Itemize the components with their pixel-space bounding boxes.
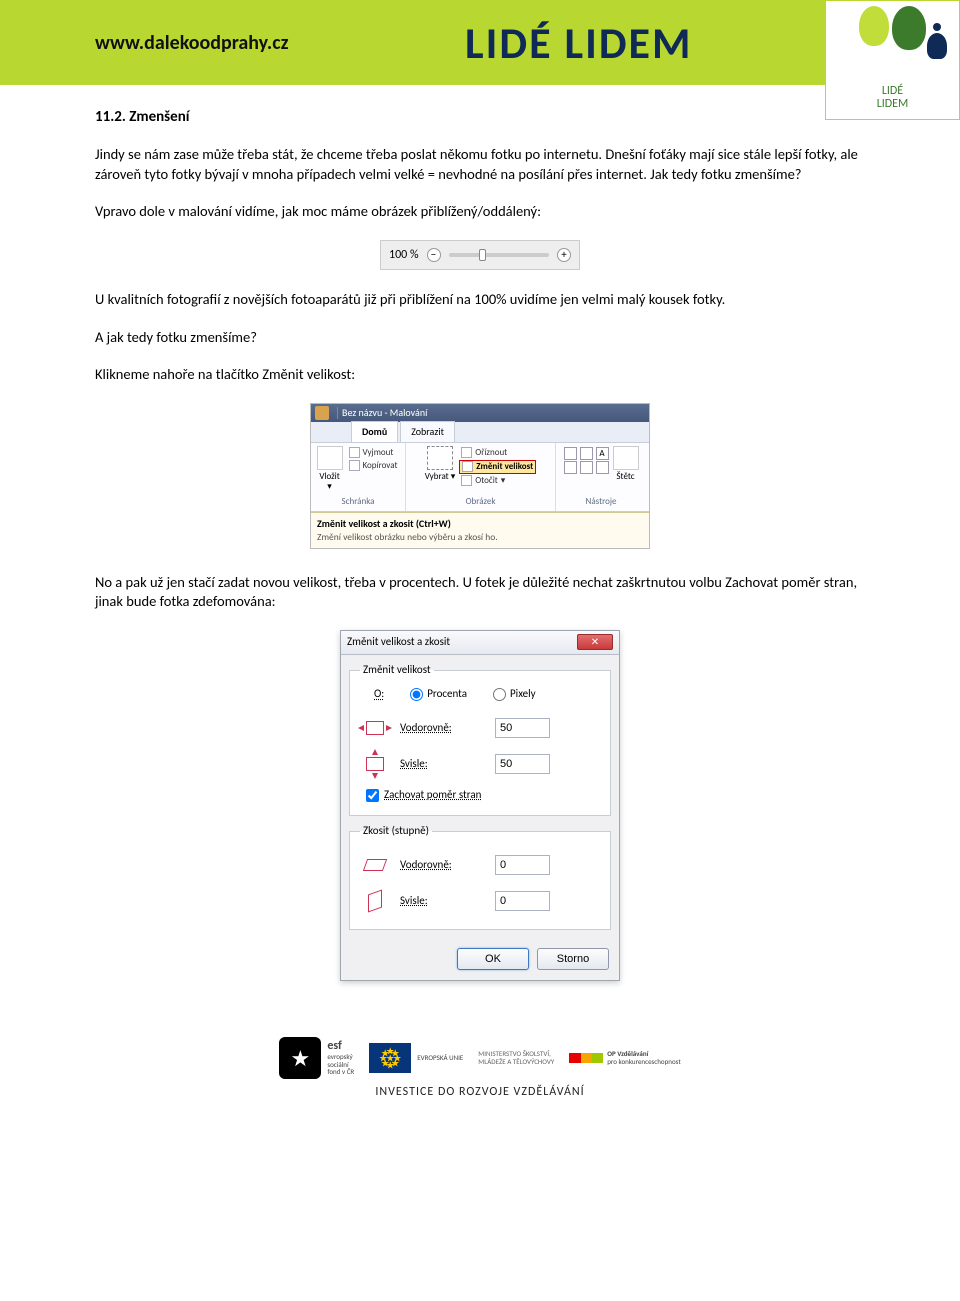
logo-panel: LIDÉ LIDEM bbox=[825, 0, 960, 120]
by-label: O: bbox=[374, 687, 384, 702]
zoom-status-bar: 100 % − + bbox=[380, 240, 580, 270]
horizontal-label: Vodorovně: bbox=[400, 721, 485, 736]
copy-icon bbox=[349, 460, 360, 471]
crop-button[interactable]: Oříznout bbox=[459, 447, 536, 459]
horizontal-resize-icon bbox=[366, 721, 384, 735]
skew-horizontal-input[interactable] bbox=[495, 855, 550, 875]
brush-icon bbox=[613, 446, 639, 470]
esf-logo: ★ esf evropský sociální fond v ČR bbox=[279, 1037, 354, 1079]
document-body: 11.2. Zmenšení Jindy se nám zase může tř… bbox=[0, 107, 960, 1025]
app-icon bbox=[315, 406, 329, 420]
header-banner: www.dalekoodprahy.cz LIDÉ LIDEM LIDÉ LID… bbox=[0, 0, 960, 85]
horizontal-input[interactable] bbox=[495, 718, 550, 738]
eu-flag-icon bbox=[369, 1043, 411, 1073]
skew-vertical-label: Svisle: bbox=[400, 894, 485, 909]
msmt-logo: MINISTERSTVO ŠKOLSTVÍ, MLÁDEŽE A TĚLOVÝC… bbox=[478, 1050, 554, 1065]
site-url: www.dalekoodprahy.cz bbox=[95, 31, 289, 55]
tree-icon bbox=[859, 6, 889, 46]
dialog-title: Změnit velikost a zkosit bbox=[347, 635, 450, 650]
brushes-button[interactable]: Štětc bbox=[613, 446, 639, 482]
banner-title: LIDÉ LIDEM bbox=[465, 16, 692, 70]
logo-label-2: LIDEM bbox=[877, 97, 909, 111]
paragraph: Vpravo dole v malování vidíme, jak moc m… bbox=[95, 202, 865, 222]
close-button[interactable]: ✕ bbox=[577, 634, 613, 650]
fill-icon[interactable] bbox=[580, 447, 593, 460]
skew-vertical-input[interactable] bbox=[495, 891, 550, 911]
tab-view[interactable]: Zobrazit bbox=[400, 421, 455, 442]
cut-button[interactable]: Vyjmout bbox=[347, 447, 400, 459]
paragraph: A jak tedy fotku zmenšíme? bbox=[95, 328, 865, 348]
rotate-icon bbox=[461, 475, 472, 486]
window-title-bar: Bez názvu - Malování bbox=[311, 404, 649, 422]
skew-fieldset: Zkosit (stupně) Vodorovně: Svisle: bbox=[349, 824, 611, 930]
radio-percent-input[interactable] bbox=[410, 688, 423, 701]
tree-icon bbox=[892, 6, 926, 50]
zoom-out-button[interactable]: − bbox=[427, 248, 441, 262]
paste-button[interactable]: Vložit ▾ bbox=[317, 446, 343, 492]
maintain-ratio-checkbox[interactable] bbox=[366, 789, 379, 802]
ok-button[interactable]: OK bbox=[457, 948, 529, 970]
vertical-label: Svisle: bbox=[400, 757, 485, 772]
group-label-image: Obrázek bbox=[466, 494, 496, 510]
group-label-tools: Nástroje bbox=[586, 494, 617, 510]
zoom-in-button[interactable]: + bbox=[557, 248, 571, 262]
select-button[interactable]: Vybrat ▾ bbox=[425, 446, 456, 482]
person-icon bbox=[924, 31, 949, 61]
maintain-ratio-label: Zachovat poměr stran bbox=[384, 788, 481, 803]
selection-icon bbox=[427, 446, 453, 470]
window-title: Bez názvu - Malování bbox=[342, 406, 427, 420]
paragraph: U kvalitních fotografií z novějších foto… bbox=[95, 290, 865, 310]
eu-logo: EVROPSKÁ UNIE bbox=[369, 1043, 463, 1073]
skew-horizontal-label: Vodorovně: bbox=[400, 858, 485, 873]
zoom-icon[interactable] bbox=[596, 461, 609, 474]
horizontal-skew-icon bbox=[363, 859, 387, 871]
ribbon-screenshot: Bez názvu - Malování Domů Zobrazit Vloži… bbox=[310, 403, 650, 549]
copy-button[interactable]: Kopírovat bbox=[347, 460, 400, 472]
footer-tagline: INVESTICE DO ROZVOJE VZDĚLÁVÁNÍ bbox=[0, 1085, 960, 1099]
opvk-logo: OP Vzdělávání pro konkurenceschopnost bbox=[569, 1050, 680, 1065]
text-icon[interactable]: A bbox=[596, 447, 609, 460]
paragraph: Klikneme nahoře na tlačítko Změnit velik… bbox=[95, 365, 865, 385]
skew-legend: Zkosit (stupně) bbox=[360, 824, 432, 839]
zoom-slider-track[interactable] bbox=[449, 253, 549, 257]
picker-icon[interactable] bbox=[580, 461, 593, 474]
zoom-slider-handle[interactable] bbox=[479, 249, 486, 261]
tooltip-body: Změní velikost obrázku nebo výběru a zko… bbox=[317, 532, 643, 543]
section-heading: 11.2. Zmenšení bbox=[95, 107, 865, 127]
pencil-icon[interactable] bbox=[564, 447, 577, 460]
group-label-clipboard: Schránka bbox=[342, 494, 375, 510]
paragraph: Jindy se nám zase může třeba stát, že ch… bbox=[95, 145, 865, 184]
vertical-skew-icon bbox=[368, 889, 382, 912]
crop-icon bbox=[461, 447, 472, 458]
cancel-button[interactable]: Storno bbox=[537, 948, 609, 970]
eraser-icon[interactable] bbox=[564, 461, 577, 474]
paragraph: No a pak už jen stačí zadat novou veliko… bbox=[95, 573, 865, 612]
page-footer: ★ esf evropský sociální fond v ČR EVROPS… bbox=[0, 1025, 960, 1117]
tab-home[interactable]: Domů bbox=[351, 421, 398, 442]
radio-percent[interactable]: Procenta bbox=[410, 687, 467, 702]
radio-pixels-input[interactable] bbox=[493, 688, 506, 701]
scissors-icon bbox=[349, 447, 360, 458]
esf-star-icon: ★ bbox=[279, 1037, 321, 1079]
ribbon-tooltip: Změnit velikost a zkosit (Ctrl+W) Změní … bbox=[311, 512, 649, 548]
tooltip-title: Změnit velikost a zkosit (Ctrl+W) bbox=[317, 517, 643, 531]
radio-pixels[interactable]: Pixely bbox=[493, 687, 536, 702]
resize-legend: Změnit velikost bbox=[360, 663, 434, 678]
resize-icon bbox=[462, 461, 473, 472]
logo-label-1: LIDÉ bbox=[882, 84, 903, 98]
resize-button[interactable]: Změnit velikost bbox=[459, 460, 536, 474]
vertical-input[interactable] bbox=[495, 754, 550, 774]
resize-dialog: Změnit velikost a zkosit ✕ Změnit veliko… bbox=[340, 630, 620, 981]
opvk-bar-icon bbox=[569, 1053, 603, 1063]
rotate-button[interactable]: Otočit ▾ bbox=[459, 475, 536, 487]
resize-fieldset: Změnit velikost O: Procenta Pixely Vodor… bbox=[349, 663, 611, 817]
clipboard-icon bbox=[317, 446, 343, 470]
vertical-resize-icon bbox=[366, 757, 384, 771]
zoom-value: 100 % bbox=[389, 247, 419, 263]
